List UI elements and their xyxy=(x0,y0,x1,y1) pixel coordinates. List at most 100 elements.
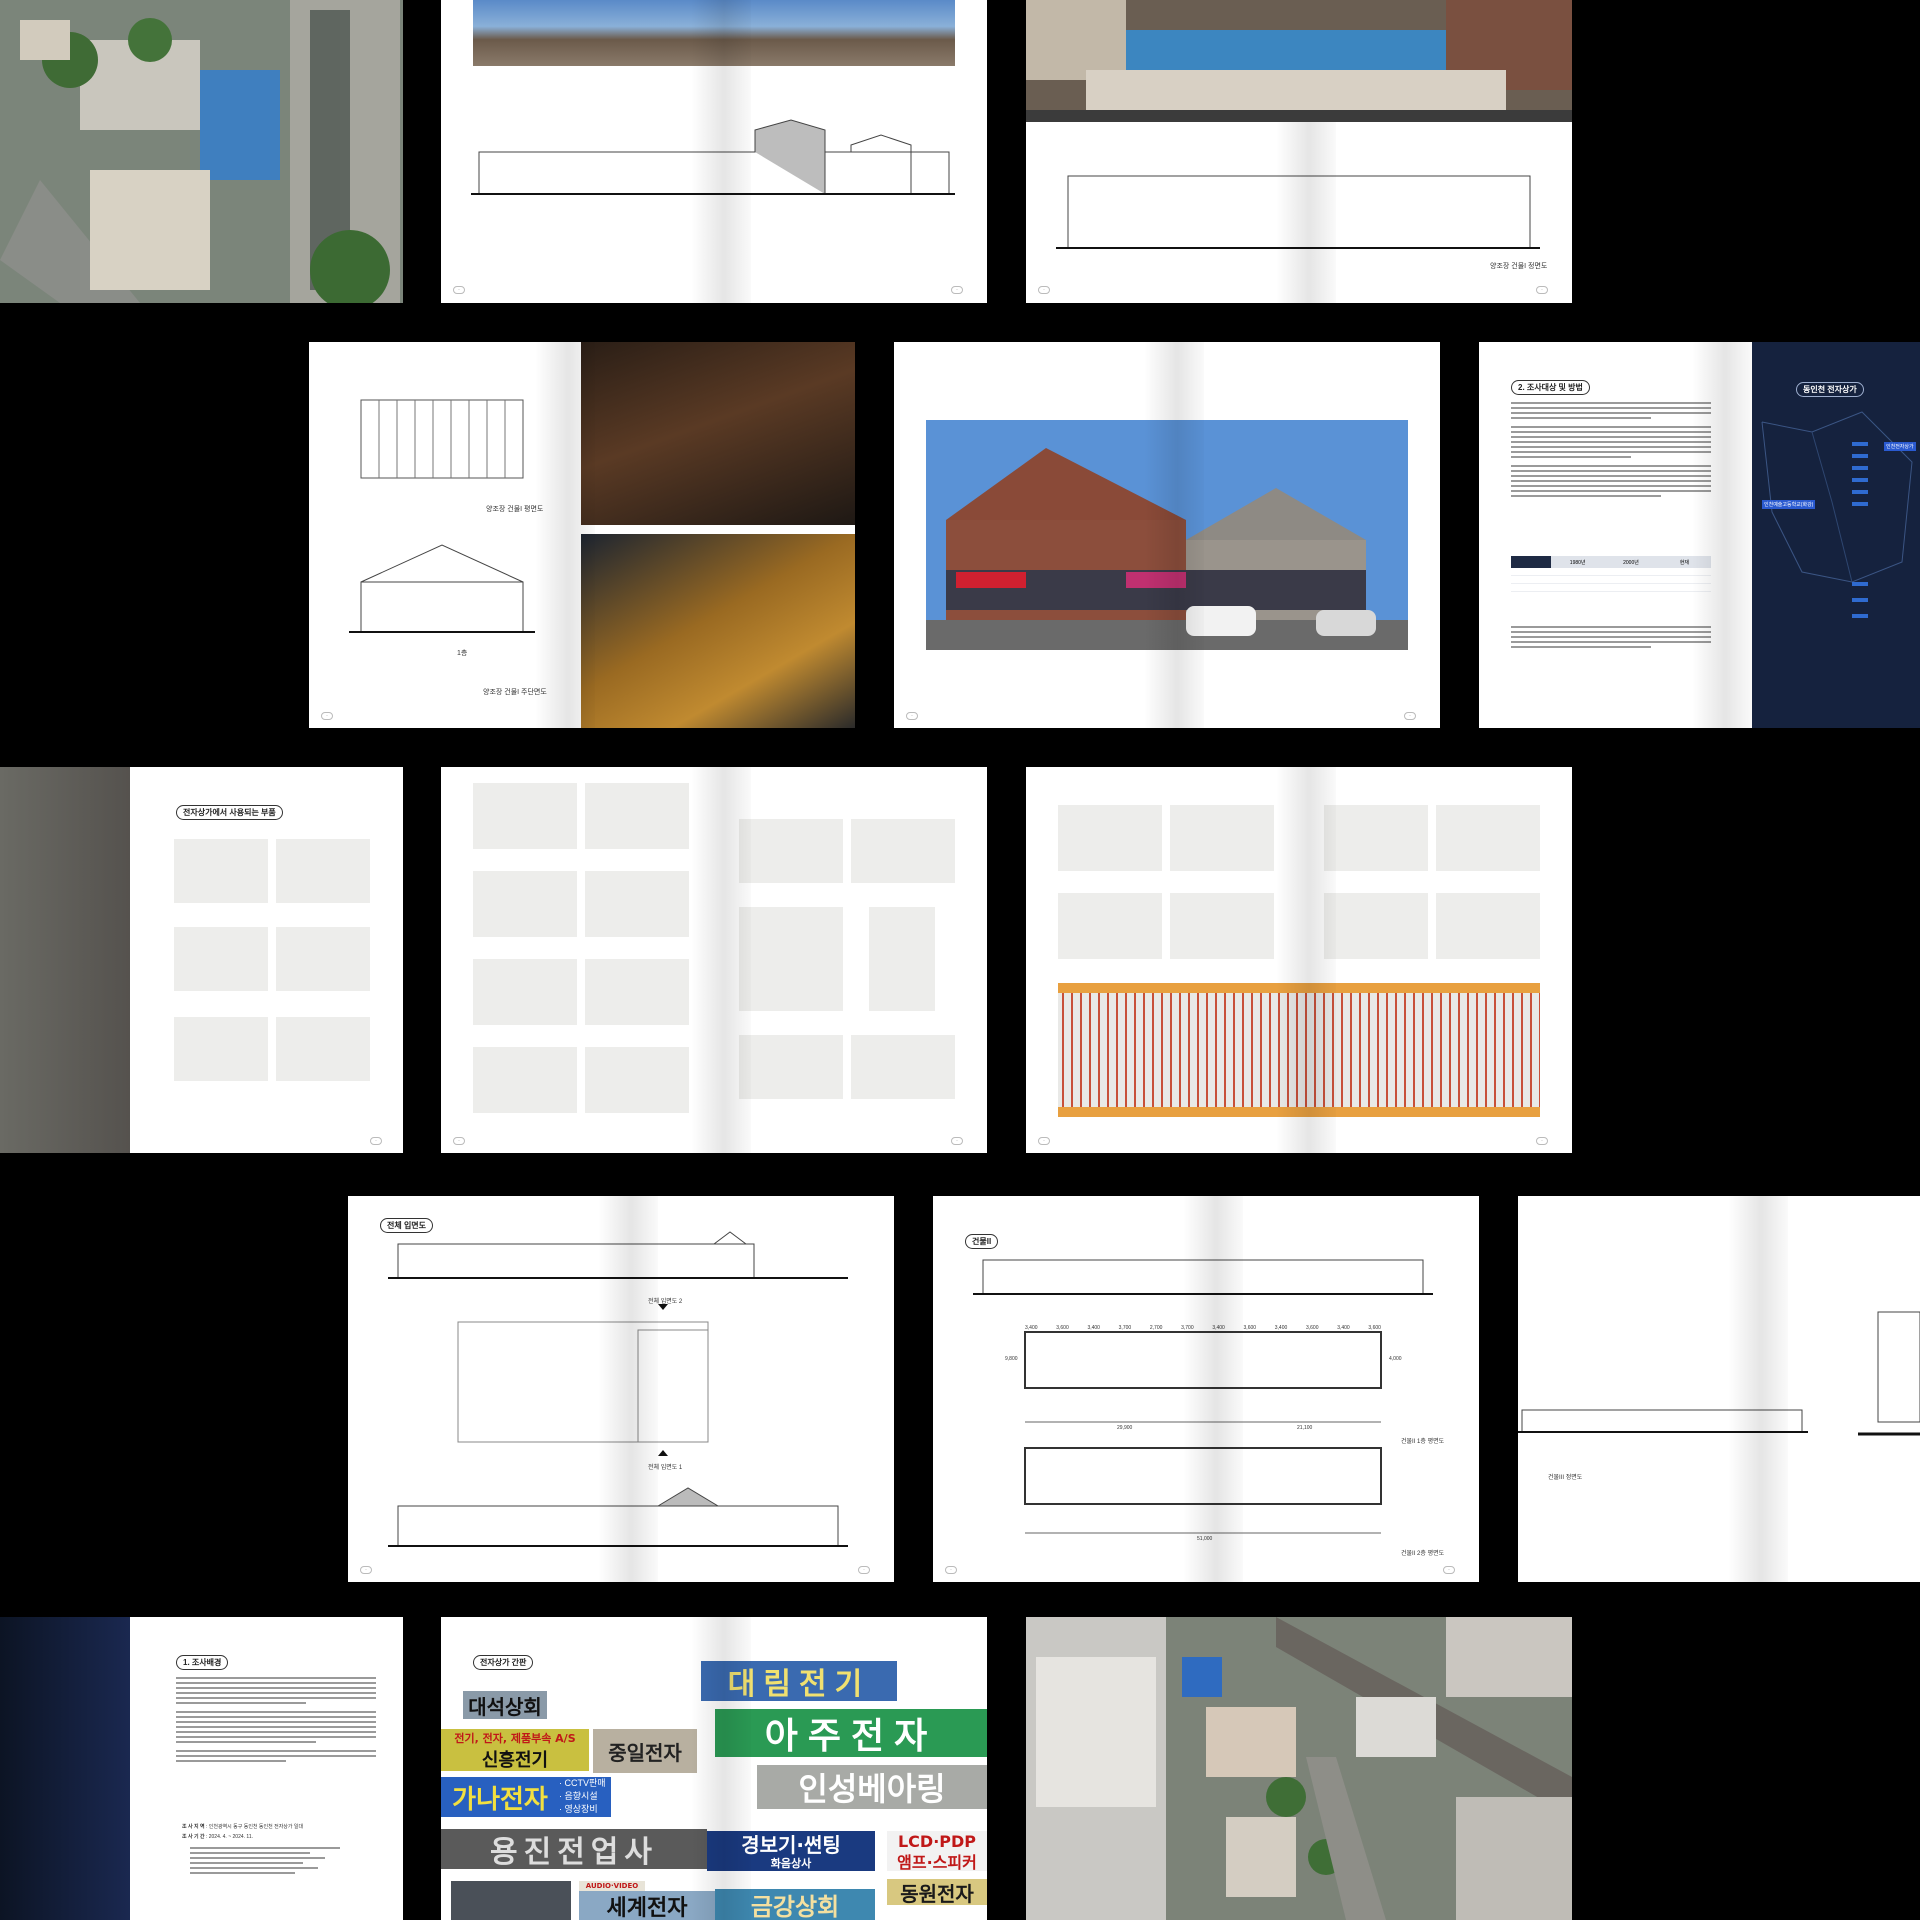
sign-gana-sub: · CCTV판매 · 음향시설 · 영상장비 xyxy=(559,1777,611,1817)
sign-daeseok: 대석상회 xyxy=(463,1691,547,1719)
navy-map-panel: 동인천 전자상가 인천예술고등학교(화강) 인천전자상가 xyxy=(1752,342,1920,728)
component-photo xyxy=(869,907,935,1011)
sign-gyeongbogi: 경보기·썬팅 xyxy=(707,1831,875,1857)
component-photo xyxy=(1058,805,1162,871)
component-photo xyxy=(1058,893,1162,959)
intro-list xyxy=(190,1847,340,1877)
component-photo xyxy=(739,819,843,883)
map-label: 인천예술고등학교(화강) xyxy=(1762,500,1816,509)
component-photo xyxy=(174,927,268,991)
dimension-label: 2,700 xyxy=(1149,1325,1163,1331)
component-photo xyxy=(851,1035,955,1099)
sign-jeongi-service: 전기, 전자, 제품부속 A/S xyxy=(441,1729,589,1747)
component-photo xyxy=(1170,893,1274,959)
component-photo xyxy=(739,1035,843,1099)
table-header-cell: 2000년 xyxy=(1623,559,1639,566)
sign-gana: 가나전자 xyxy=(441,1777,559,1817)
component-photo xyxy=(174,1017,268,1081)
plan2-caption: 건물II 2층 평면도 xyxy=(1401,1551,1445,1557)
component-photo xyxy=(1324,893,1428,959)
page-number-left: · xyxy=(945,1566,957,1574)
height-dim-right: 4,000 xyxy=(1389,1356,1402,1362)
sign-geumgang: 금강상회 xyxy=(715,1889,875,1920)
elevation-caption: 양조장 건물I 정면도 xyxy=(1490,263,1548,270)
component-photo xyxy=(473,871,577,937)
plan1-caption: 건물II 1층 평면도 xyxy=(1401,1439,1445,1445)
page-number-right: · xyxy=(1443,1566,1455,1574)
map-title: 동인천 전자상가 xyxy=(1796,382,1864,397)
spread-elevation-front: 양조장 건물I 정면도 · · xyxy=(1026,0,1572,303)
aerial-photo-art xyxy=(1026,1617,1572,1920)
page-number-right: · xyxy=(858,1566,870,1574)
page-number-right: · xyxy=(1404,712,1416,720)
component-photo xyxy=(1436,805,1540,871)
page-number-right: · xyxy=(1536,286,1548,294)
table-header-cell: 1980년 xyxy=(1569,559,1586,566)
map-callout: 인천전자상가 xyxy=(1884,442,1916,451)
component-photo xyxy=(851,819,955,883)
component-photo xyxy=(473,959,577,1025)
page-number-right: · xyxy=(370,1137,382,1145)
sign-hwaeum: 화음상사 xyxy=(707,1855,875,1871)
district-map xyxy=(1761,411,1913,618)
page-number-left: · xyxy=(453,1137,465,1145)
component-photo xyxy=(276,1017,370,1081)
survey-table: 1980년 2000년 현재 xyxy=(1511,556,1711,598)
roof-plan-caption: 양조장 건물I 평면도 xyxy=(486,506,544,513)
sign-yongjin: 용진전업사 xyxy=(441,1829,707,1870)
sign-amp: 앰프·스피커 xyxy=(887,1851,987,1872)
roof-plan-drawing xyxy=(349,399,535,633)
total-dim-left: 29,900 xyxy=(1117,1425,1133,1431)
meta-value: 2024. 4. ~ 2024. 11. xyxy=(208,1834,254,1840)
spread-full-elevation: 전체 입면도 전체 입면도 2 전체 입면도 1 · · xyxy=(348,1196,894,1582)
page-number-left: · xyxy=(906,712,918,720)
intro-meta-2: 조 사 기 간 : 2024. 4. ~ 2024. 11. xyxy=(182,1834,254,1840)
component-photo xyxy=(1436,893,1540,959)
intro-heading: 1. 조사배경 xyxy=(176,1655,229,1670)
storefront-elevation-drawing xyxy=(1056,175,1540,249)
component-photo xyxy=(585,871,689,937)
spread-intro: 1. 조사배경 조 사 지 역 : 인천광역시 동구 동인천 동인천 전자상가 … xyxy=(130,1617,403,1920)
sign-dongwon: 동원전자 xyxy=(887,1879,987,1906)
component-photo xyxy=(276,927,370,991)
sign-lcd: LCD·PDP xyxy=(887,1831,987,1851)
sign-gana-sub-line: · 음향시설 xyxy=(559,1791,598,1801)
sign-jungil: 중일전자 xyxy=(593,1729,697,1773)
dimension-label: 3,600 xyxy=(1056,1325,1069,1331)
page-number-left: · xyxy=(453,286,465,294)
dimension-label: 3,600 xyxy=(1305,1325,1319,1331)
spread-survey-method: 2. 조사대상 및 방법 1980년 2000년 현재 동인천 전자상가 인천예… xyxy=(1479,342,1920,728)
sign-segye: 세계전자 xyxy=(579,1891,715,1920)
page-fold xyxy=(1692,342,1752,728)
dimension-label: 3,400 xyxy=(1212,1325,1225,1331)
page-number-right: · xyxy=(1536,1137,1548,1145)
spread-plan-section: 양조장 건물I 평면도 1층 양조장 건물I 주단면도 · xyxy=(309,342,855,728)
sign-photo-small xyxy=(451,1881,571,1920)
component-photo xyxy=(276,839,370,903)
component-photo xyxy=(473,1047,577,1113)
building3-drawings xyxy=(1518,1311,1920,1436)
component-photo xyxy=(585,783,689,849)
spread-elevation-west: · · xyxy=(441,0,987,303)
table-header-cell xyxy=(1511,556,1551,568)
building3-caption: 건물III 정면도 xyxy=(1548,1475,1583,1481)
sign-gana-sub-line: · 영상장비 xyxy=(559,1804,598,1814)
page-number-right: · xyxy=(951,1137,963,1145)
aerial-photo-bottom xyxy=(1026,1617,1572,1920)
sign-gana-sub-line: · CCTV판매 xyxy=(559,1778,606,1788)
total-dim-right: 21,100 xyxy=(1297,1425,1313,1431)
intro-meta-1: 조 사 지 역 : 인천광역시 동구 동인천 동인천 전자상가 일대 xyxy=(182,1824,304,1830)
section-heading: 2. 조사대상 및 방법 xyxy=(1511,380,1590,395)
sign-aju: 아주전자 xyxy=(715,1709,987,1757)
elevation-label-bottom: 전체 입면도 1 xyxy=(648,1465,683,1471)
spread-parts-left: 전자상가에서 사용되는 부품 · xyxy=(130,767,403,1153)
building2-plan-drawings xyxy=(973,1259,1433,1534)
meta-label: 조 사 지 역 xyxy=(182,1824,205,1830)
body-text xyxy=(1511,402,1711,504)
dimension-label: 3,600 xyxy=(1368,1325,1381,1331)
table-header-cell: 현재 xyxy=(1679,559,1689,566)
navy-panel xyxy=(0,1617,130,1920)
roof-truss-photo xyxy=(581,342,855,525)
dimension-label: 3,600 xyxy=(1243,1325,1257,1331)
section-floor-label: 1층 xyxy=(457,650,468,657)
